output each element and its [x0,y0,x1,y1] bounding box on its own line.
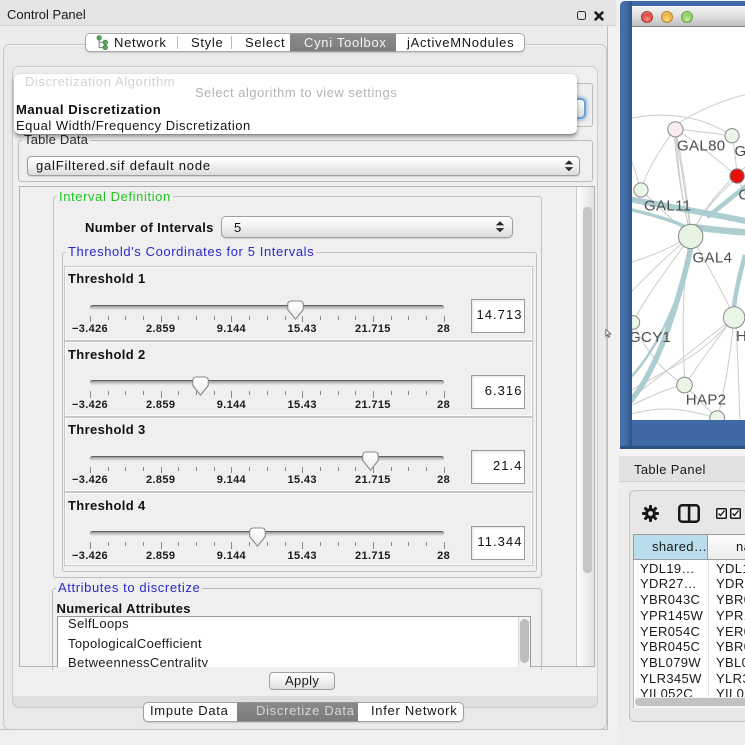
svg-text:GAL11: GAL11 [644,198,691,215]
svg-text:GAL4: GAL4 [693,250,733,267]
svg-text:HI: HI [736,328,745,345]
svg-text:GCY1: GCY1 [632,329,671,346]
svg-text:CD: CD [738,187,745,204]
svg-text:HAP2: HAP2 [686,392,727,409]
svg-text:GAL80: GAL80 [677,138,725,155]
svg-text:GAL3: GAL3 [735,143,745,160]
